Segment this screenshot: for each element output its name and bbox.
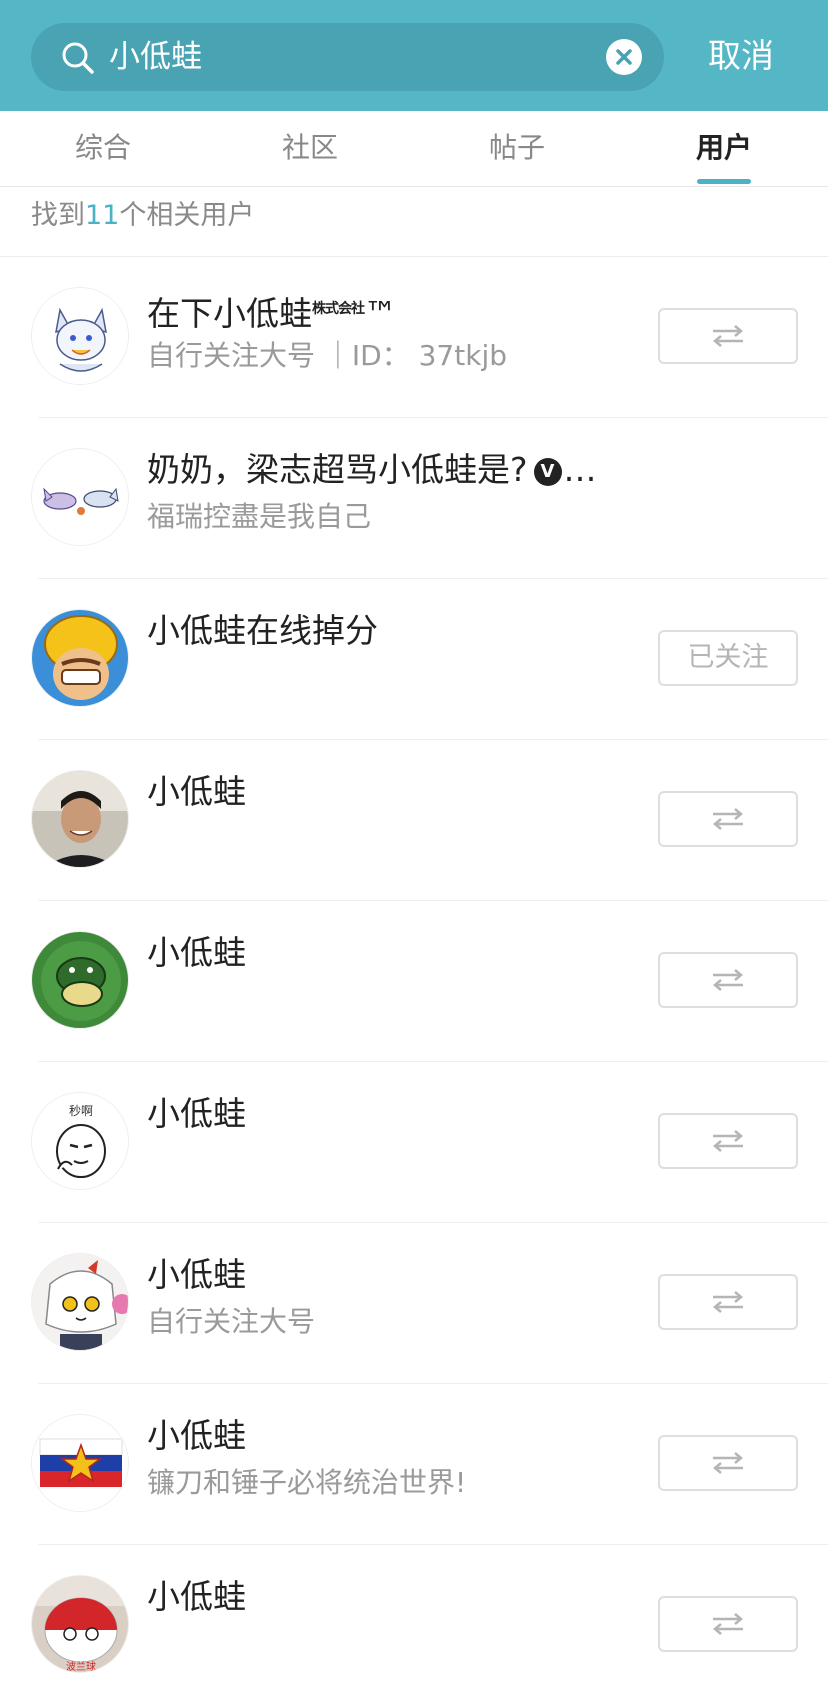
user-bio: 自行关注大号	[147, 1305, 316, 1338]
search-header: 小低蛙 取消	[0, 0, 828, 111]
search-query-text[interactable]: 小低蛙	[109, 38, 202, 76]
user-row[interactable]: 小低蛙 自行关注大号	[0, 1223, 828, 1384]
user-name-text: 在下小低蛙	[147, 294, 312, 333]
user-name: 小低蛙	[147, 1255, 246, 1294]
user-bio: 镰刀和锤子必将统治世界!	[147, 1466, 467, 1499]
name-mark: 株式会社	[312, 301, 365, 317]
mutual-follow-arrows-icon	[713, 1452, 743, 1474]
user-name: 小低蛙	[147, 933, 246, 972]
verified-badge: V	[533, 458, 562, 486]
trademark-symbol: ™	[364, 294, 397, 333]
user-name: 小低蛙	[147, 772, 246, 811]
follow-button[interactable]	[658, 791, 798, 847]
mutual-follow-arrows-icon	[713, 1130, 743, 1152]
user-name: 小低蛙	[147, 1577, 246, 1616]
avatar[interactable]	[31, 770, 129, 868]
user-bio: 自行关注大号 ｜ID： 37tkjb	[147, 339, 507, 372]
cancel-button[interactable]: 取消	[708, 36, 774, 76]
avatar[interactable]	[31, 448, 129, 546]
user-name: 在下小低蛙株式会社™	[147, 289, 397, 334]
result-count-suffix: 个相关用户	[119, 200, 255, 231]
avatar[interactable]	[31, 287, 129, 385]
mutual-follow-arrows-icon	[713, 808, 743, 830]
user-row[interactable]: 小低蛙	[0, 740, 828, 901]
user-list: 在下小低蛙株式会社™ 自行关注大号 ｜ID： 37tkjb 奶奶，梁志超骂小低蛙…	[0, 257, 828, 1690]
tab-community[interactable]: 社区	[250, 131, 370, 165]
user-name-text: 奶奶，梁志超骂小低蛙是?	[147, 450, 528, 489]
follow-button[interactable]	[658, 1596, 798, 1652]
followed-button[interactable]: 已关注	[658, 630, 798, 686]
clear-icon	[616, 49, 632, 65]
mutual-follow-arrows-icon	[713, 969, 743, 991]
user-name: 小低蛙在线掉分	[147, 611, 378, 650]
user-row[interactable]: 波兰球 小低蛙	[0, 1545, 828, 1690]
avatar-caption: 秒啊	[69, 1104, 93, 1118]
follow-button[interactable]	[658, 952, 798, 1008]
result-count: 找到11个相关用户	[31, 200, 254, 232]
follow-button[interactable]	[658, 308, 798, 364]
follow-button[interactable]	[658, 1435, 798, 1491]
user-name: 小低蛙	[147, 1416, 246, 1455]
user-row[interactable]: 秒啊 小低蛙	[0, 1062, 828, 1223]
avatar[interactable]	[31, 1253, 129, 1351]
user-row[interactable]: 小低蛙	[0, 901, 828, 1062]
name-truncation: …	[563, 450, 597, 489]
result-tabs: 综合 社区 帖子 用户	[0, 111, 828, 187]
tab-comprehensive[interactable]: 综合	[43, 131, 163, 165]
user-row[interactable]: 在下小低蛙株式会社™ 自行关注大号 ｜ID： 37tkjb	[0, 257, 828, 418]
avatar[interactable]	[31, 1414, 129, 1512]
tab-users[interactable]: 用户	[664, 131, 784, 165]
follow-button[interactable]	[658, 1113, 798, 1169]
user-row[interactable]: 小低蛙 镰刀和锤子必将统治世界!	[0, 1384, 828, 1545]
mutual-follow-arrows-icon	[713, 1291, 743, 1313]
user-row[interactable]: 奶奶，梁志超骂小低蛙是? V… 福瑞控盡是我自己	[0, 418, 828, 579]
tab-posts[interactable]: 帖子	[457, 131, 577, 165]
avatar[interactable]	[31, 931, 129, 1029]
user-name: 奶奶，梁志超骂小低蛙是? V…	[147, 450, 597, 490]
avatar-caption: 波兰球	[66, 1660, 96, 1673]
result-count-number: 11	[85, 200, 120, 231]
clear-search-button[interactable]	[606, 39, 642, 75]
search-input[interactable]: 小低蛙	[31, 23, 664, 91]
mutual-follow-arrows-icon	[713, 325, 743, 347]
search-icon	[62, 42, 94, 74]
avatar[interactable]	[31, 609, 129, 707]
follow-button[interactable]	[658, 1274, 798, 1330]
result-count-prefix: 找到	[31, 200, 85, 231]
avatar[interactable]: 波兰球	[31, 1575, 129, 1673]
user-row[interactable]: 小低蛙在线掉分 已关注	[0, 579, 828, 740]
mutual-follow-arrows-icon	[713, 1613, 743, 1635]
avatar[interactable]: 秒啊	[31, 1092, 129, 1190]
active-tab-indicator	[697, 179, 751, 184]
user-bio: 福瑞控盡是我自己	[147, 500, 372, 533]
user-name: 小低蛙	[147, 1094, 246, 1133]
